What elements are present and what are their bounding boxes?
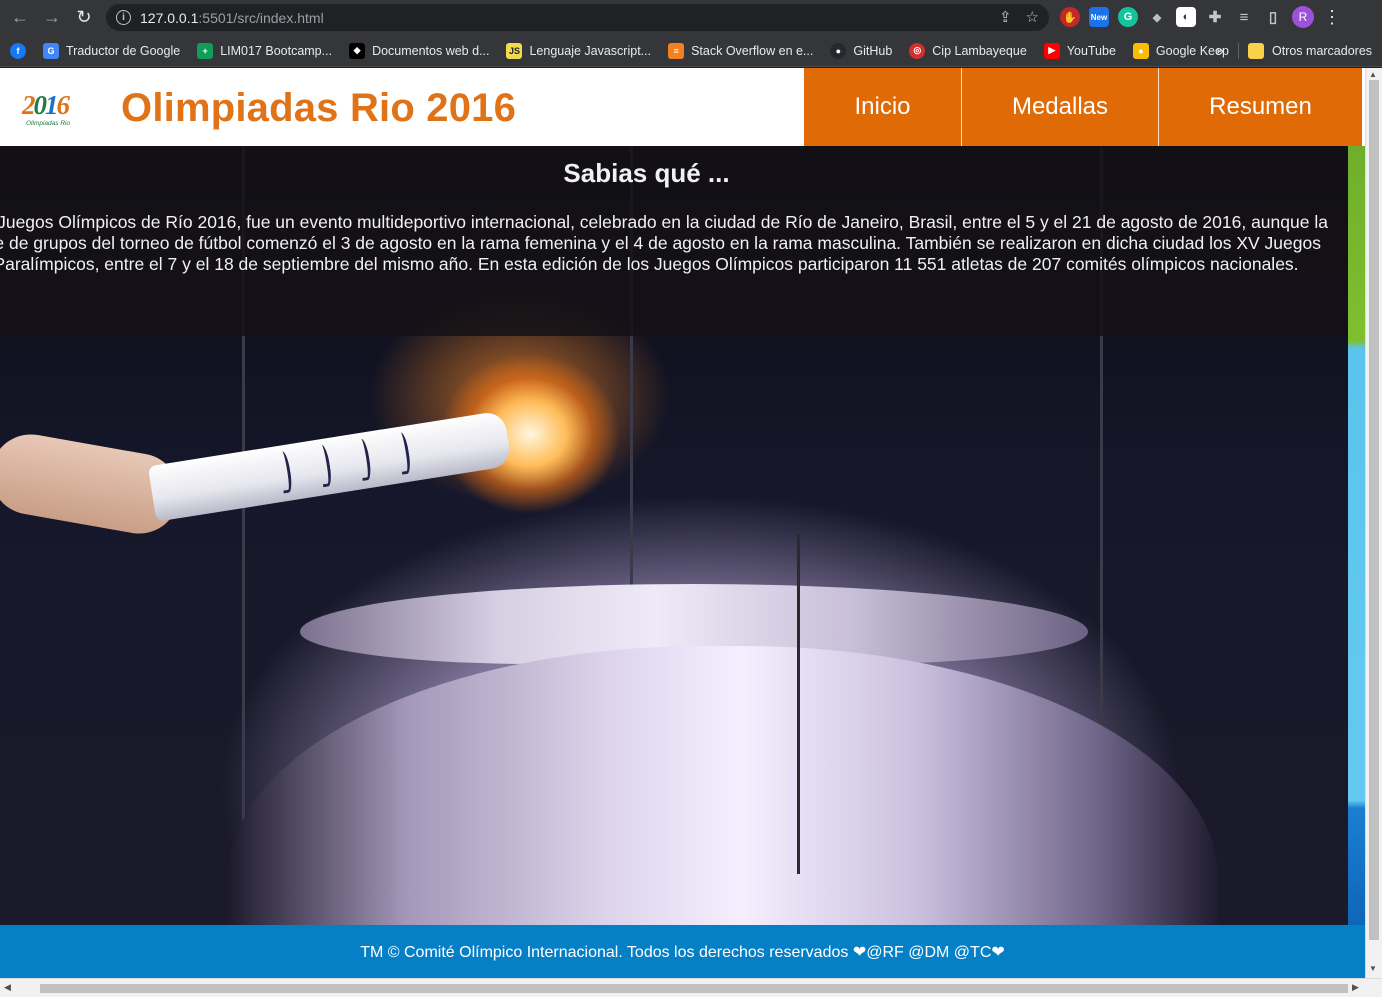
more-bookmarks-button[interactable]: » — [1216, 42, 1224, 58]
bookmark-google-translate[interactable]: G Traductor de Google — [43, 42, 180, 59]
scroll-up-icon[interactable]: ▲ — [1369, 70, 1377, 79]
cauldron-bowl — [228, 646, 1218, 925]
scroll-right-icon[interactable]: ▶ — [1352, 982, 1359, 993]
cat-extension-icon[interactable]: ◆ — [1147, 7, 1167, 27]
profile-avatar[interactable]: R — [1292, 6, 1314, 28]
other-bookmarks-folder[interactable]: Otros marcadores — [1248, 43, 1372, 59]
bootcamp-icon: + — [197, 42, 214, 59]
nav-medallas[interactable]: Medallas — [961, 68, 1158, 146]
vertical-scroll-thumb[interactable] — [1369, 80, 1379, 940]
extensions-puzzle-icon[interactable]: ✚ — [1205, 7, 1225, 27]
vertical-scrollbar[interactable]: ▲ ▼ — [1365, 68, 1382, 978]
new-extension-icon[interactable]: New — [1089, 7, 1109, 27]
github-icon: ● — [830, 42, 847, 59]
nav-resumen[interactable]: Resumen — [1158, 68, 1362, 146]
folder-icon — [1248, 43, 1264, 59]
adblock-extension-icon[interactable]: ✋ — [1060, 7, 1080, 27]
site-title: Olimpiadas Rio 2016 — [121, 86, 517, 130]
side-panel-icon[interactable]: ▯ — [1263, 7, 1283, 27]
bookmark-google-keep[interactable]: ● Google Keep — [1132, 42, 1229, 59]
forward-icon[interactable]: → — [36, 2, 68, 34]
bookmark-youtube[interactable]: ▶ YouTube — [1043, 42, 1116, 59]
site-info-icon[interactable]: i — [116, 10, 131, 25]
google-translate-icon: G — [43, 42, 59, 59]
nav-inicio[interactable]: Inicio — [804, 68, 961, 146]
bookmark-javascript[interactable]: JS Lenguaje Javascript... — [506, 42, 651, 59]
share-icon[interactable]: ⇪ — [999, 8, 1012, 26]
bookmark-mdn[interactable]: ◆ Documentos web d... — [349, 42, 489, 59]
reload-icon[interactable]: ↻ — [68, 2, 100, 34]
side-decoration — [1348, 146, 1365, 925]
horizontal-scroll-thumb[interactable] — [40, 984, 1348, 993]
back-icon[interactable]: ← — [4, 2, 36, 34]
olympic-torch — [147, 410, 513, 522]
scroll-left-icon[interactable]: ◀ — [4, 982, 11, 993]
did-you-know-panel: Sabias qué ... Los Juegos Olímpicos de R… — [0, 146, 1348, 336]
keep-icon: ● — [1132, 42, 1149, 59]
bookmarks-divider — [1238, 43, 1239, 59]
address-bar[interactable]: i 127.0.0.1:5501/src/index.html ⇪ ☆ — [106, 4, 1049, 31]
lightbulb-extension-icon[interactable]: ◐ — [1176, 7, 1196, 27]
page-viewport: 2016 Olimpiadas Rio Olimpiadas Rio 2016 … — [0, 68, 1365, 978]
did-you-know-title: Sabias qué ... — [563, 158, 730, 188]
bookmark-facebook[interactable]: f — [10, 42, 26, 59]
bookmark-cip[interactable]: ◎ Cip Lambayeque — [909, 42, 1027, 59]
url-text: 127.0.0.1:5501/src/index.html — [140, 9, 324, 26]
bookmark-stackoverflow[interactable]: ≡ Stack Overflow en e... — [668, 42, 813, 59]
rio-2016-logo[interactable]: 2016 Olimpiadas Rio — [22, 90, 88, 130]
grammarly-extension-icon[interactable]: G — [1118, 7, 1138, 27]
did-you-know-text: Los Juegos Olímpicos de Río 2016, fue un… — [0, 212, 1328, 274]
bookmark-star-icon[interactable]: ☆ — [1026, 8, 1039, 26]
site-header: 2016 Olimpiadas Rio Olimpiadas Rio 2016 … — [0, 68, 1365, 146]
stackoverflow-icon: ≡ — [668, 42, 685, 59]
browser-menu-icon[interactable]: ⋮ — [1323, 7, 1341, 28]
horizontal-scrollbar[interactable]: ◀ ▶ — [0, 978, 1382, 997]
facebook-icon: f — [10, 42, 26, 59]
cip-icon: ◎ — [909, 42, 926, 59]
js-icon: JS — [506, 42, 523, 59]
browser-toolbar: ← → ↻ i 127.0.0.1:5501/src/index.html ⇪ … — [0, 0, 1382, 35]
bookmark-bootcamp[interactable]: + LIM017 Bootcamp... — [197, 42, 332, 59]
youtube-icon: ▶ — [1043, 42, 1060, 59]
reading-list-icon[interactable]: ≡ — [1234, 7, 1254, 27]
mdn-icon: ◆ — [349, 42, 366, 59]
cauldron-wire — [797, 534, 800, 874]
main-nav: Inicio Medallas Resumen — [804, 68, 1362, 146]
scroll-down-icon[interactable]: ▼ — [1369, 964, 1377, 973]
site-footer: TM © Comité Olímpico Internacional. Todo… — [0, 925, 1365, 978]
bookmarks-bar: f G Traductor de Google + LIM017 Bootcamp.… — [0, 35, 1382, 67]
bookmark-github[interactable]: ● GitHub — [830, 42, 892, 59]
